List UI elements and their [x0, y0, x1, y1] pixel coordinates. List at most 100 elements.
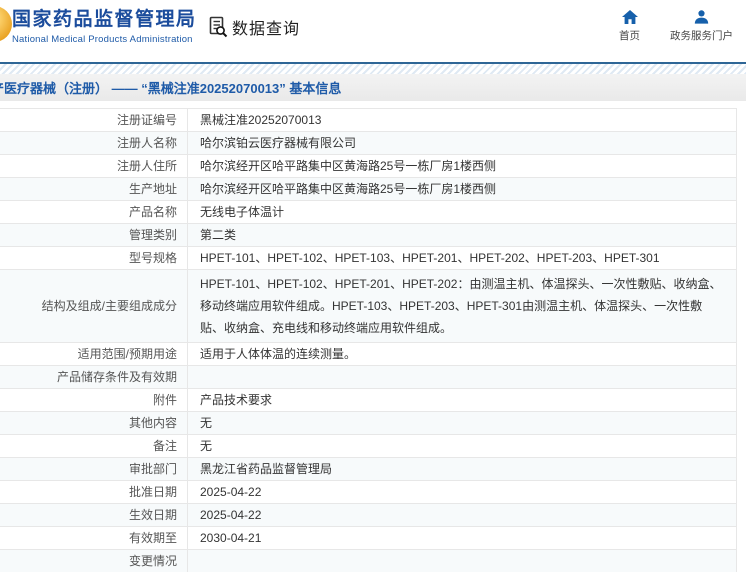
- row-label-cell: 结构及组成/主要组成成分: [0, 270, 188, 342]
- row-label: 备注: [152, 439, 177, 453]
- row-label-cell: 审批部门: [0, 458, 188, 480]
- row-label: 附件: [152, 393, 177, 407]
- page: 国家药品监督管理局 National Medical Products Admi…: [0, 0, 746, 572]
- data-query-module[interactable]: 数据查询: [209, 15, 300, 39]
- row-label-cell: 管理类别: [0, 224, 188, 246]
- row-value: HPET-101、HPET-102、HPET-201、HPET-202：由测温主…: [200, 277, 722, 335]
- row-label-cell: 有效期至: [0, 527, 188, 549]
- row-label-cell: 适用范围/预期用途: [0, 343, 188, 365]
- row-value-cell: HPET-101、HPET-102、HPET-103、HPET-201、HPET…: [188, 247, 737, 269]
- row-label-cell: 附件: [0, 389, 188, 411]
- table-row: 适用范围/预期用途 适用于人体体温的连续测量。: [0, 343, 737, 366]
- home-icon: [621, 10, 638, 24]
- row-value: 无线电子体温计: [200, 205, 285, 219]
- row-value: HPET-101、HPET-102、HPET-103、HPET-201、HPET…: [200, 251, 660, 265]
- row-value: 产品技术要求: [200, 393, 273, 407]
- row-label: 其他内容: [128, 416, 177, 430]
- row-value-cell: 黑械注准20252070013: [188, 109, 737, 131]
- row-label: 产品储存条件及有效期: [56, 370, 177, 384]
- row-value: 第二类: [200, 228, 237, 242]
- row-value: 无: [200, 416, 213, 430]
- nmpa-gold-emblem-icon: [0, 6, 12, 42]
- row-label: 管理类别: [128, 228, 177, 242]
- row-value: 无: [200, 439, 213, 453]
- row-value: 哈尔滨经开区哈平路集中区黄海路25号一栋厂房1楼西侧: [200, 159, 497, 173]
- row-value-cell: 无: [188, 412, 737, 434]
- site-header: 国家药品监督管理局 National Medical Products Admi…: [0, 0, 746, 62]
- row-value-cell: [188, 366, 737, 388]
- brand-title: 国家药品监督管理局: [12, 9, 197, 30]
- table-row: 批准日期 2025-04-22: [0, 481, 737, 504]
- row-label: 型号规格: [128, 251, 177, 265]
- table-row: 管理类别 第二类: [0, 224, 737, 247]
- table-row: 附件 产品技术要求: [0, 389, 737, 412]
- row-value-cell: 黑龙江省药品监督管理局: [188, 458, 737, 480]
- table-row: 注册证编号 黑械注准20252070013: [0, 108, 737, 132]
- data-query-label: 数据查询: [232, 21, 301, 38]
- table-row: 注册人名称 哈尔滨铂云医疗器械有限公司: [0, 132, 737, 155]
- row-label-cell: 其他内容: [0, 412, 188, 434]
- brand: 国家药品监督管理局 National Medical Products Admi…: [12, 8, 197, 45]
- nav-gov-portal[interactable]: 政务服务门户: [670, 10, 733, 43]
- row-value: 黑械注准20252070013: [200, 113, 322, 127]
- table-row: 生产地址 哈尔滨经开区哈平路集中区黄海路25号一栋厂房1楼西侧: [0, 178, 737, 201]
- row-value-cell: 2030-04-21: [188, 527, 737, 549]
- row-value-cell: 2025-04-22: [188, 481, 737, 503]
- row-value: 2025-04-22: [200, 485, 262, 499]
- row-label: 批准日期: [128, 485, 177, 499]
- table-row: 审批部门 黑龙江省药品监督管理局: [0, 458, 737, 481]
- row-value: 哈尔滨铂云医疗器械有限公司: [200, 136, 357, 150]
- row-label-cell: 注册人住所: [0, 155, 188, 177]
- row-value-cell: [188, 550, 737, 572]
- table-row: 备注 无: [0, 435, 737, 458]
- table-row: 有效期至 2030-04-21: [0, 527, 737, 550]
- table-row: 型号规格 HPET-101、HPET-102、HPET-103、HPET-201…: [0, 247, 737, 270]
- row-value-cell: 2025-04-22: [188, 504, 737, 526]
- row-label: 适用范围/预期用途: [77, 347, 177, 361]
- nav-gov-portal-label: 政务服务门户: [670, 30, 733, 42]
- row-label: 审批部门: [128, 462, 177, 476]
- nav-home[interactable]: 首页: [619, 10, 640, 43]
- row-value-cell: 无线电子体温计: [188, 201, 737, 223]
- row-value-cell: 适用于人体体温的连续测量。: [188, 343, 737, 365]
- row-label: 有效期至: [128, 531, 177, 545]
- row-label: 产品名称: [128, 205, 177, 219]
- row-value-cell: 无: [188, 435, 737, 457]
- row-label: 生产地址: [128, 182, 177, 196]
- row-label-cell: 批准日期: [0, 481, 188, 503]
- nav-home-label: 首页: [619, 30, 640, 42]
- top-nav: 首页 政务服务门户: [619, 10, 733, 43]
- row-value-cell: 产品技术要求: [188, 389, 737, 411]
- row-label-cell: 备注: [0, 435, 188, 457]
- row-label-cell: 生产地址: [0, 178, 188, 200]
- row-value: 2030-04-21: [200, 531, 262, 545]
- row-label-cell: 变更情况: [0, 550, 188, 572]
- brand-subtitle: National Medical Products Administration: [12, 34, 193, 45]
- row-value: 适用于人体体温的连续测量。: [200, 347, 357, 361]
- table-row: 注册人住所 哈尔滨经开区哈平路集中区黄海路25号一栋厂房1楼西侧: [0, 155, 737, 178]
- row-value: 黑龙江省药品监督管理局: [200, 462, 333, 476]
- row-label: 结构及组成/主要组成成分: [41, 299, 177, 313]
- row-value: 2025-04-22: [200, 508, 262, 522]
- user-icon: [694, 10, 709, 24]
- row-label-cell: 注册人名称: [0, 132, 188, 154]
- row-label-cell: 产品名称: [0, 201, 188, 223]
- table-row: 生效日期 2025-04-22: [0, 504, 737, 527]
- row-value-cell: 哈尔滨铂云医疗器械有限公司: [188, 132, 737, 154]
- row-label: 注册人名称: [116, 136, 177, 150]
- row-value-cell: HPET-101、HPET-102、HPET-201、HPET-202：由测温主…: [188, 270, 737, 342]
- row-label: 注册人住所: [116, 159, 177, 173]
- striped-band: [0, 64, 746, 74]
- row-label-cell: 产品储存条件及有效期: [0, 366, 188, 388]
- info-table: 注册证编号 黑械注准20252070013 注册人名称 哈尔滨铂云医疗器械有限公…: [0, 108, 737, 572]
- document-search-icon: [209, 16, 229, 38]
- row-value-cell: 哈尔滨经开区哈平路集中区黄海路25号一栋厂房1楼西侧: [188, 155, 737, 177]
- row-label-cell: 型号规格: [0, 247, 188, 269]
- table-row: 变更情况: [0, 550, 737, 572]
- page-title: 国产医疗器械（注册） —— “黑械注准20252070013” 基本信息: [0, 81, 342, 96]
- table-row: 产品名称 无线电子体温计: [0, 201, 737, 224]
- row-value-cell: 第二类: [188, 224, 737, 246]
- table-row: 产品储存条件及有效期: [0, 366, 737, 389]
- table-row: 其他内容 无: [0, 412, 737, 435]
- row-value: 哈尔滨经开区哈平路集中区黄海路25号一栋厂房1楼西侧: [200, 182, 497, 196]
